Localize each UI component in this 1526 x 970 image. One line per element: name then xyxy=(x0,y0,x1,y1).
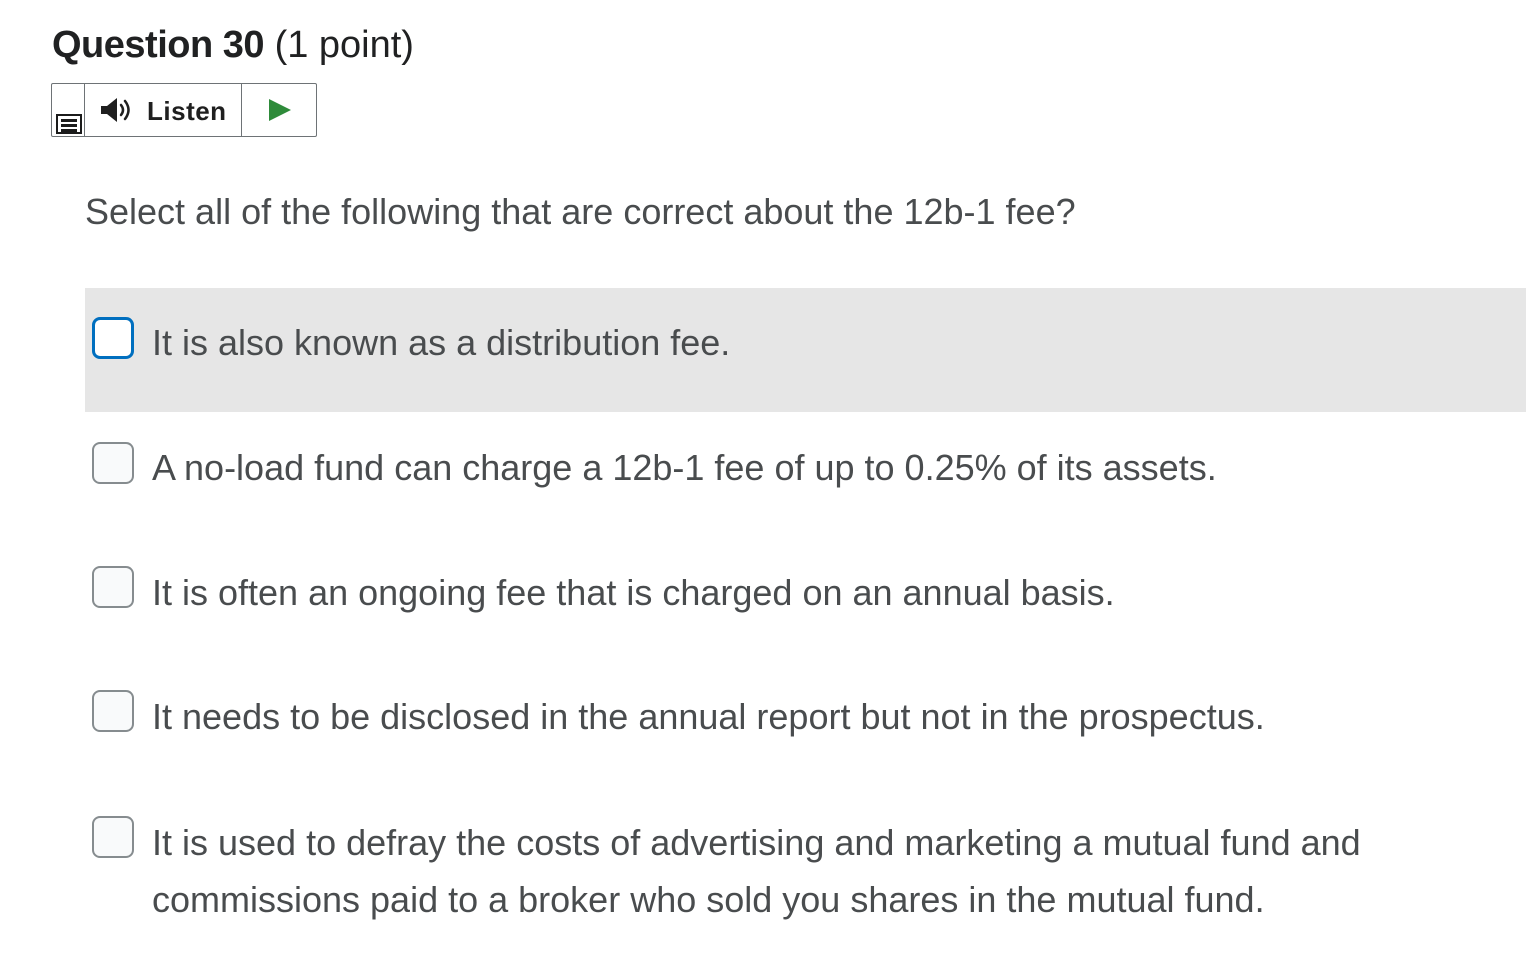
option-4-checkbox[interactable] xyxy=(92,690,134,732)
menu-icon xyxy=(56,114,82,134)
option-1[interactable]: It is also known as a distribution fee. xyxy=(85,288,1526,412)
option-1-label: It is also known as a distribution fee. xyxy=(152,322,731,363)
option-1-checkbox[interactable] xyxy=(92,317,134,359)
question-points: (1 point) xyxy=(274,24,414,66)
menu-toggle-button[interactable] xyxy=(52,84,84,136)
option-5-label: It is used to defray the costs of advert… xyxy=(152,822,1361,920)
question-header: Question 30 (1 point) xyxy=(52,22,414,68)
option-5[interactable]: It is used to defray the costs of advert… xyxy=(85,784,1526,944)
option-2[interactable]: A no-load fund can charge a 12b-1 fee of… xyxy=(85,412,1526,536)
option-2-label: A no-load fund can charge a 12b-1 fee of… xyxy=(152,447,1217,488)
play-button[interactable] xyxy=(242,84,316,136)
option-3-label: It is often an ongoing fee that is charg… xyxy=(152,572,1115,613)
option-4[interactable]: It needs to be disclosed in the annual r… xyxy=(85,660,1526,784)
option-3-checkbox[interactable] xyxy=(92,566,134,608)
question-title: Question 30 xyxy=(52,24,265,66)
listen-button[interactable]: Listen xyxy=(84,84,242,136)
readspeaker-toolbar: Listen xyxy=(51,83,317,137)
option-3[interactable]: It is often an ongoing fee that is charg… xyxy=(85,536,1526,660)
question-prompt: Select all of the following that are cor… xyxy=(85,191,1076,232)
speaker-icon xyxy=(101,98,130,122)
option-2-checkbox[interactable] xyxy=(92,442,134,484)
listen-label: Listen xyxy=(147,96,227,126)
option-4-label: It needs to be disclosed in the annual r… xyxy=(152,696,1265,737)
option-5-checkbox[interactable] xyxy=(92,816,134,858)
play-icon xyxy=(269,99,291,121)
